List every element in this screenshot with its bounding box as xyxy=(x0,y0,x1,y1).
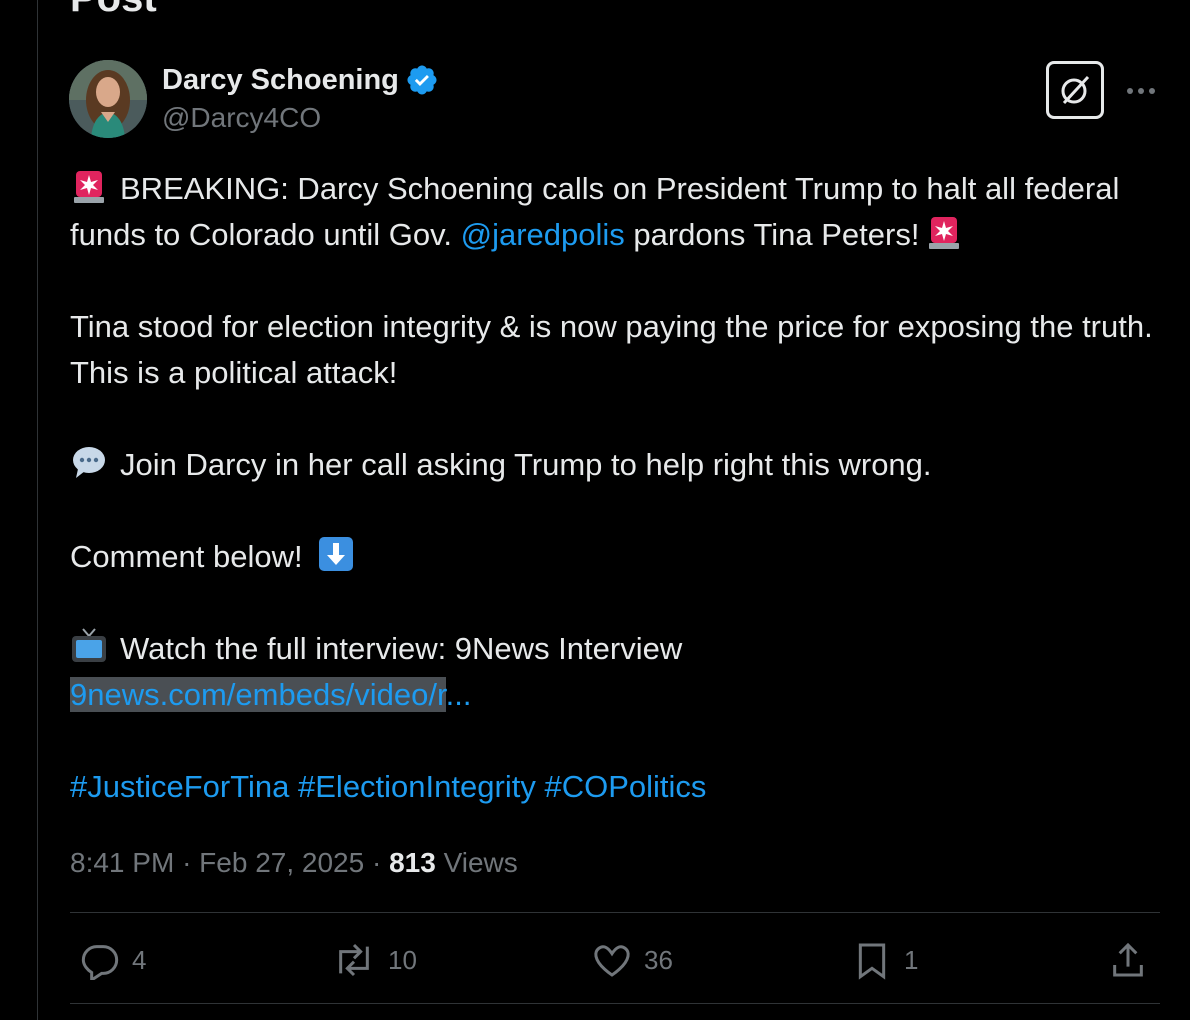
tweet-paragraph-3-text: Join Darcy in her call asking Trump to h… xyxy=(120,447,932,482)
verified-badge-icon[interactable] xyxy=(405,63,439,97)
hashtag-link[interactable]: #COPolitics xyxy=(544,769,706,804)
more-dots-icon xyxy=(1127,88,1155,94)
reply-icon xyxy=(81,945,119,980)
bookmark-icon xyxy=(858,943,886,980)
external-link[interactable]: 9news.com/embeds/video/r xyxy=(70,677,446,712)
mention-link[interactable]: @jaredpolis xyxy=(461,217,625,252)
tweet-line1-suffix: pardons Tina Peters! xyxy=(624,217,920,252)
divider xyxy=(70,912,1160,913)
tweet-paragraph-1: BREAKING: Darcy Schoening calls on Presi… xyxy=(70,166,1160,258)
reply-count: 4 xyxy=(132,944,147,975)
police-light-icon xyxy=(929,217,960,249)
more-options-button[interactable] xyxy=(1124,74,1158,108)
external-link-ellipsis[interactable]: ... xyxy=(446,677,472,712)
profile-photo-icon xyxy=(69,60,147,138)
meta-separator: · xyxy=(182,847,192,878)
grok-icon xyxy=(1061,75,1090,105)
divider xyxy=(70,1003,1160,1004)
tweet-actions: 4 10 36 1 xyxy=(70,930,1160,990)
hashtags: #JusticeForTina #ElectionIntegrity #COPo… xyxy=(70,764,1160,810)
like-button[interactable]: 36 xyxy=(592,940,673,980)
like-count: 36 xyxy=(644,944,673,975)
share-button[interactable] xyxy=(1108,940,1148,980)
author-name[interactable]: Darcy Schoening xyxy=(162,62,439,98)
repost-icon xyxy=(339,943,369,977)
tweet-text: BREAKING: Darcy Schoening calls on Presi… xyxy=(70,166,1160,810)
views-count: 813 xyxy=(389,847,436,878)
page-title: Post xyxy=(70,0,157,18)
hashtag-link[interactable]: #JusticeForTina xyxy=(70,769,289,804)
heart-icon xyxy=(594,945,630,977)
tweet-time[interactable]: 8:41 PM xyxy=(70,847,174,878)
hashtag-link[interactable]: #ElectionIntegrity xyxy=(298,769,536,804)
avatar[interactable] xyxy=(69,60,147,138)
bookmark-button[interactable]: 1 xyxy=(852,940,918,980)
views-label: Views xyxy=(443,847,518,878)
meta-separator: · xyxy=(371,847,382,878)
police-light-icon xyxy=(74,171,104,203)
author-name-text: Darcy Schoening xyxy=(162,64,399,96)
tweet-paragraph-3: Join Darcy in her call asking Trump to h… xyxy=(70,442,1160,488)
tweet-paragraph-2: Tina stood for election integrity & is n… xyxy=(70,309,1153,390)
television-icon xyxy=(72,628,106,662)
down-arrow-icon xyxy=(319,537,354,571)
reply-button[interactable]: 4 xyxy=(80,940,146,980)
author-handle[interactable]: @Darcy4CO xyxy=(162,100,321,136)
share-icon xyxy=(1113,942,1143,977)
repost-button[interactable]: 10 xyxy=(332,940,417,980)
column-border xyxy=(37,0,38,1020)
tweet-paragraph-4: Comment below! xyxy=(70,534,1160,580)
tweet-paragraph-4-text: Comment below! xyxy=(70,539,303,574)
repost-count: 10 xyxy=(388,944,417,975)
bookmark-count: 1 xyxy=(904,944,919,975)
tweet-paragraph-5: Watch the full interview: 9News Intervie… xyxy=(70,626,1160,718)
tweet-detail-page: Post Darcy Schoening @Darcy4CO xyxy=(0,0,1190,1020)
speech-bubble-icon xyxy=(73,447,105,478)
tweet-paragraph-5-text: Watch the full interview: 9News Intervie… xyxy=(120,631,683,666)
grok-button[interactable] xyxy=(1046,61,1104,119)
tweet-date[interactable]: Feb 27, 2025 xyxy=(199,847,364,878)
tweet-meta: 8:41 PM · Feb 27, 2025 · 813 Views xyxy=(70,845,518,881)
